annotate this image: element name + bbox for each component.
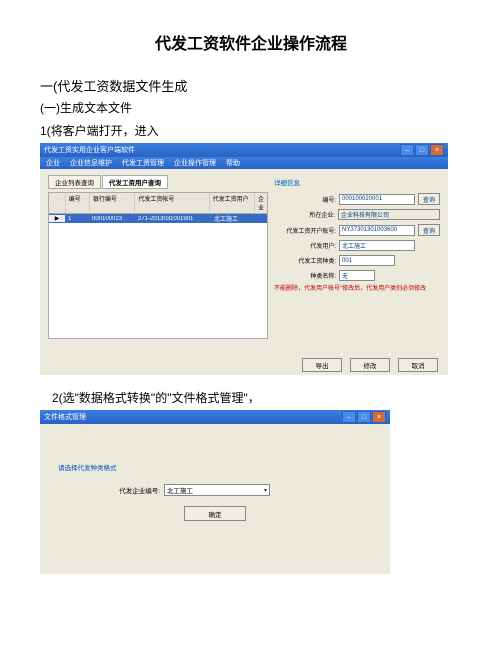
col-arrow (49, 193, 66, 213)
label-account: 代发工资开户账号: (286, 226, 336, 235)
label-user: 代发用户: (310, 241, 336, 250)
col-ent: 企业 (255, 193, 267, 213)
input-catname[interactable]: 无 (339, 270, 375, 281)
modify-button[interactable]: 修改 (350, 358, 390, 372)
minimize-button-2[interactable]: – (342, 411, 356, 423)
cancel-button[interactable]: 取消 (398, 358, 438, 372)
tab-enterprise-list[interactable]: 企业列表查询 (48, 175, 101, 189)
table-body: ▶ 1 000100023 271-2013031001901 北工施工 (48, 214, 268, 339)
menu-bar: 企业 企业信息维护 代发工资管理 企业操作管理 帮助 (40, 157, 448, 169)
label-enterprise: 所在企业: (309, 210, 335, 219)
section-1: 一(代发工资数据文件生成 (40, 76, 462, 95)
table-header: 编号 银行编号 代发工资帐号 代发工资用户 企业 (48, 192, 268, 214)
detail-title: 详细信息 (274, 177, 440, 187)
step-2: 2(选"数据格式转换"的"文件格式管理"， (52, 389, 462, 406)
chevron-down-icon: ▾ (264, 487, 267, 494)
maximize-button-2[interactable]: □ (357, 411, 371, 423)
minimize-button[interactable]: – (400, 144, 414, 156)
screenshot-2: 文件格式管理 – □ × 请选择代发种类格式 代发企业编号: 北工施工 ▾ 确定 (40, 410, 390, 574)
window-title: 代发工资实用企业客户端软件 (44, 145, 135, 155)
export-button[interactable]: 导出 (302, 358, 342, 372)
col-user: 代发工资用户 (210, 193, 255, 213)
col-bank: 银行编号 (90, 193, 135, 213)
input-enterprise: 企业科技有限公司 (338, 209, 440, 220)
col-acc: 代发工资帐号 (135, 193, 209, 213)
label-enterprise-id: 代发企业编号: (100, 485, 160, 495)
label-catname: 种类名称: (310, 271, 336, 280)
label-category: 代发工资种类: (298, 256, 336, 265)
left-pane: 企业列表查询 代发工资用户查询 编号 银行编号 代发工资帐号 代发工资用户 企业… (48, 175, 268, 339)
section-1-1: (一)生成文本文件 (40, 99, 462, 116)
menu-item[interactable]: 企业信息维护 (70, 158, 112, 168)
menu-item[interactable]: 帮助 (226, 158, 240, 168)
label-id: 编号: (322, 195, 336, 204)
query-button[interactable]: 查询 (418, 193, 440, 205)
window-titlebar-2: 文件格式管理 – □ × (40, 410, 390, 424)
footer-bar: 导出 修改 取消 (40, 355, 448, 375)
screenshot-1: 代发工资实用企业客户端软件 – □ × 企业 企业信息维护 代发工资管理 企业操… (40, 143, 448, 375)
step-1: 1(将客户端打开，进入 (40, 122, 462, 139)
right-pane: 详细信息 编号: 000100020001 查询 所在企业: 企业科技有限公司 … (274, 175, 440, 294)
window-titlebar: 代发工资实用企业客户端软件 – □ × (40, 143, 448, 157)
input-user[interactable]: 北工施工 (339, 240, 415, 251)
cell-id: 1 (65, 216, 89, 222)
window-body-2: 请选择代发种类格式 代发企业编号: 北工施工 ▾ 确定 (40, 424, 390, 574)
close-button[interactable]: × (430, 144, 444, 156)
ok-button[interactable]: 确定 (184, 506, 246, 521)
page-title: 代发工资软件企业操作流程 (40, 30, 462, 54)
cell-bank: 000100023 (89, 216, 135, 222)
menu-item[interactable]: 企业操作管理 (174, 158, 216, 168)
menu-item[interactable]: 代发工资管理 (122, 158, 164, 168)
cell-user: 北工施工 (211, 214, 257, 223)
cell-acc: 271-2013031001901 (135, 216, 211, 222)
maximize-button[interactable]: □ (415, 144, 429, 156)
input-account[interactable]: NY37301301003600 (339, 225, 415, 236)
close-button-2[interactable]: × (372, 411, 386, 423)
input-id[interactable]: 000100020001 (339, 194, 415, 205)
window-title-2: 文件格式管理 (44, 412, 86, 422)
warning-note: 不能删除，代发用户帐号"修改后，代发用户类别必须修改 (274, 286, 440, 294)
row-arrow-icon: ▶ (49, 215, 65, 222)
select-enterprise[interactable]: 北工施工 ▾ (164, 484, 270, 496)
col-id: 编号 (66, 193, 90, 213)
select-value: 北工施工 (167, 485, 193, 495)
window-body: 企业列表查询 代发工资用户查询 编号 银行编号 代发工资帐号 代发工资用户 企业… (40, 169, 448, 355)
tab-payroll-user[interactable]: 代发工资用户查询 (102, 175, 168, 189)
info-text: 请选择代发种类格式 (58, 462, 117, 472)
input-category[interactable]: 001 (339, 255, 395, 266)
menu-item[interactable]: 企业 (46, 158, 60, 168)
query-button-2[interactable]: 查询 (418, 224, 440, 236)
table-row[interactable]: ▶ 1 000100023 271-2013031001901 北工施工 (49, 214, 267, 223)
